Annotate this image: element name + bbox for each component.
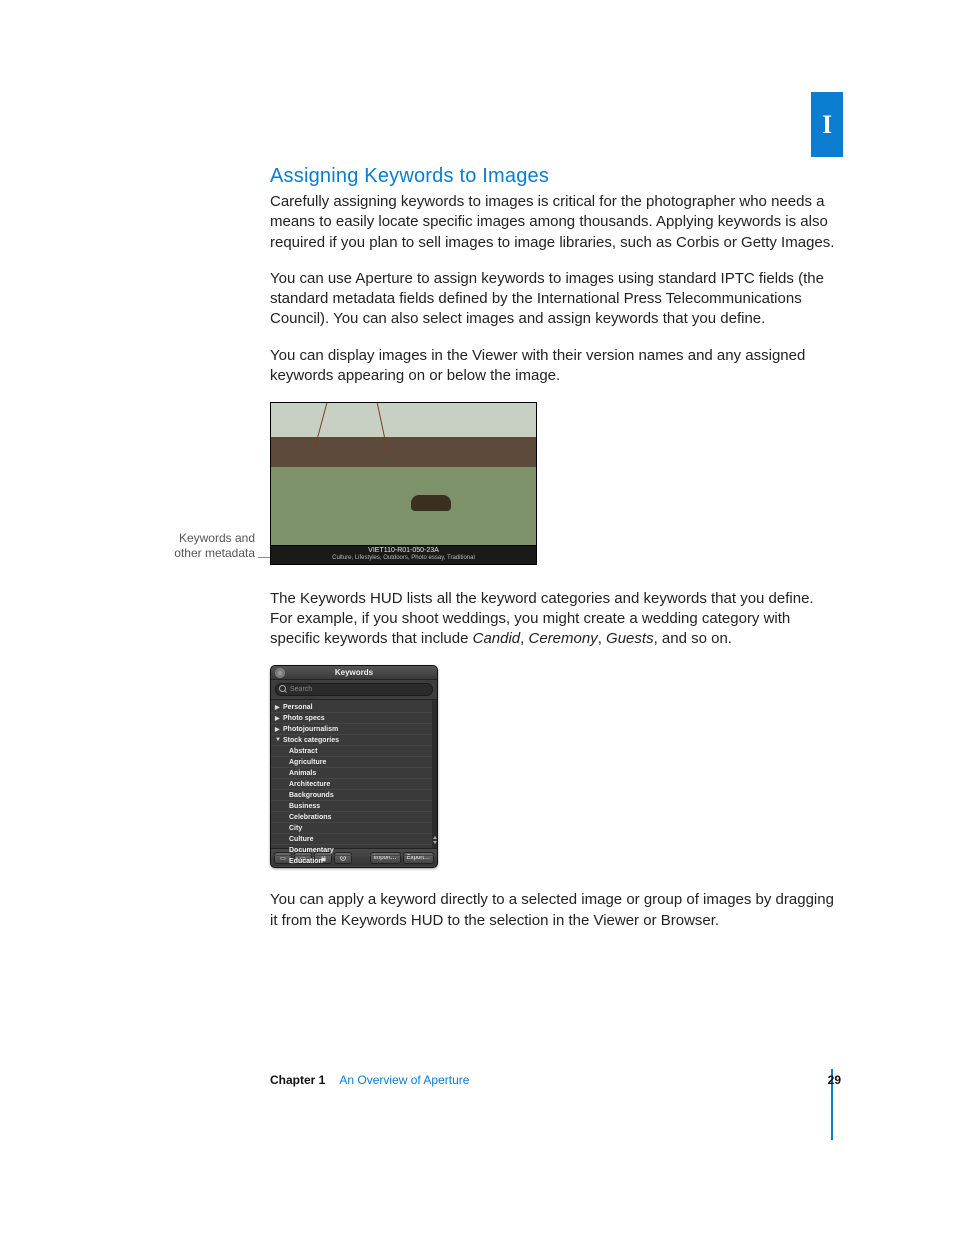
viewer-photo-band bbox=[271, 437, 536, 467]
hud-row-label: Photojournalism bbox=[283, 726, 338, 733]
p4-post: , and so on. bbox=[654, 630, 732, 647]
search-placeholder: Search bbox=[290, 686, 312, 693]
search-icon bbox=[279, 685, 286, 692]
callout-metadata: Keywords and other metadata bbox=[167, 531, 255, 561]
hud-row-label: Architecture bbox=[289, 781, 330, 788]
hud-keyword-item[interactable]: Celebrations bbox=[271, 812, 437, 823]
hud-keyword-item[interactable]: Culture bbox=[271, 834, 437, 845]
footer-title: An Overview of Aperture bbox=[339, 1073, 469, 1087]
hud-row-label: Celebrations bbox=[289, 814, 331, 821]
hud-row-label: Animals bbox=[289, 770, 316, 777]
hud-row-label: Business bbox=[289, 803, 320, 810]
viewer-caption: VIET110-R01-050-23A Culture, Lifestyles,… bbox=[271, 545, 536, 564]
hud-category-item[interactable]: ▶Photojournalism bbox=[271, 724, 437, 735]
hud-title-bar[interactable]: Keywords bbox=[271, 666, 437, 680]
hud-row-label: Personal bbox=[283, 704, 313, 711]
keywords-hud[interactable]: Keywords Search ▶Personal▶Photo specs▶Ph… bbox=[270, 665, 438, 868]
hud-search-row: Search bbox=[271, 680, 437, 700]
hud-row-label: Agriculture bbox=[289, 759, 326, 766]
hud-keyword-item[interactable]: Animals bbox=[271, 768, 437, 779]
footer-page-number: 29 bbox=[828, 1073, 841, 1087]
hud-list[interactable]: ▶Personal▶Photo specs▶Photojournalism▼St… bbox=[271, 700, 437, 848]
disclosure-right-icon[interactable]: ▶ bbox=[275, 715, 281, 722]
p4-i2: Ceremony bbox=[529, 630, 598, 647]
viewer-keywords-line: Culture, Lifestyles, Outdoors, Photo ess… bbox=[271, 555, 536, 562]
hud-row-label: Photo specs bbox=[283, 715, 325, 722]
viewer-thumbnail: VIET110-R01-050-23A Culture, Lifestyles,… bbox=[270, 402, 537, 565]
hud-scroll-arrows[interactable] bbox=[433, 836, 436, 846]
close-icon[interactable] bbox=[275, 668, 285, 678]
body-paragraph-2: You can use Aperture to assign keywords … bbox=[270, 269, 835, 330]
hud-row-label: Culture bbox=[289, 836, 314, 843]
hud-keyword-item[interactable]: Agriculture bbox=[271, 757, 437, 768]
hud-keyword-item[interactable]: City bbox=[271, 823, 437, 834]
body-paragraph-4: The Keywords HUD lists all the keyword c… bbox=[270, 589, 835, 650]
viewer-photo-boat bbox=[411, 495, 451, 511]
hud-row-label: Backgrounds bbox=[289, 792, 334, 799]
p4-s1: , bbox=[520, 630, 528, 647]
hud-keyword-item[interactable]: Architecture bbox=[271, 779, 437, 790]
hud-row-label: Documentary bbox=[289, 847, 334, 854]
content-column: Assigning Keywords to Images Carefully a… bbox=[270, 165, 835, 947]
chapter-thumb-tab: I bbox=[811, 92, 843, 157]
page-footer: Chapter 1 An Overview of Aperture 29 bbox=[270, 1073, 841, 1087]
hud-title-text: Keywords bbox=[335, 668, 373, 677]
p4-i3: Guests bbox=[606, 630, 654, 647]
hud-row-label: Education bbox=[289, 858, 323, 865]
disclosure-right-icon[interactable]: ▶ bbox=[275, 726, 281, 733]
body-paragraph-3: You can display images in the Viewer wit… bbox=[270, 346, 835, 387]
disclosure-down-icon[interactable]: ▼ bbox=[275, 737, 281, 743]
callout-line2: other metadata bbox=[174, 546, 255, 560]
body-paragraph-1: Carefully assigning keywords to images i… bbox=[270, 192, 835, 253]
hud-category-item[interactable]: ▶Photo specs bbox=[271, 713, 437, 724]
hud-keyword-item[interactable]: Documentary bbox=[271, 845, 437, 856]
hud-keyword-item[interactable]: Entertainment bbox=[271, 867, 437, 868]
search-input[interactable]: Search bbox=[275, 683, 433, 696]
viewer-photo bbox=[271, 403, 536, 545]
p4-i1: Candid bbox=[473, 630, 521, 647]
hud-row-label: Abstract bbox=[289, 748, 317, 755]
callout-line1: Keywords and bbox=[179, 531, 255, 545]
viewer-version-name: VIET110-R01-050-23A bbox=[368, 547, 439, 554]
footer-chapter: Chapter 1 bbox=[270, 1073, 325, 1087]
hud-category-item[interactable]: ▶Personal bbox=[271, 702, 437, 713]
disclosure-right-icon[interactable]: ▶ bbox=[275, 704, 281, 711]
page: I Keywords and other metadata Assigning … bbox=[0, 0, 954, 1235]
section-heading: Assigning Keywords to Images bbox=[270, 165, 835, 188]
body-paragraph-5: You can apply a keyword directly to a se… bbox=[270, 890, 835, 931]
hud-row-label: City bbox=[289, 825, 302, 832]
hud-keyword-item[interactable]: Backgrounds bbox=[271, 790, 437, 801]
hud-scrollbar[interactable] bbox=[432, 700, 437, 848]
p4-s2: , bbox=[598, 630, 606, 647]
hud-row-label: Stock categories bbox=[283, 737, 339, 744]
hud-keyword-item[interactable]: Business bbox=[271, 801, 437, 812]
hud-category-item[interactable]: ▼Stock categories bbox=[271, 735, 437, 746]
hud-keyword-item[interactable]: Education bbox=[271, 856, 437, 867]
hud-keyword-item[interactable]: Abstract bbox=[271, 746, 437, 757]
